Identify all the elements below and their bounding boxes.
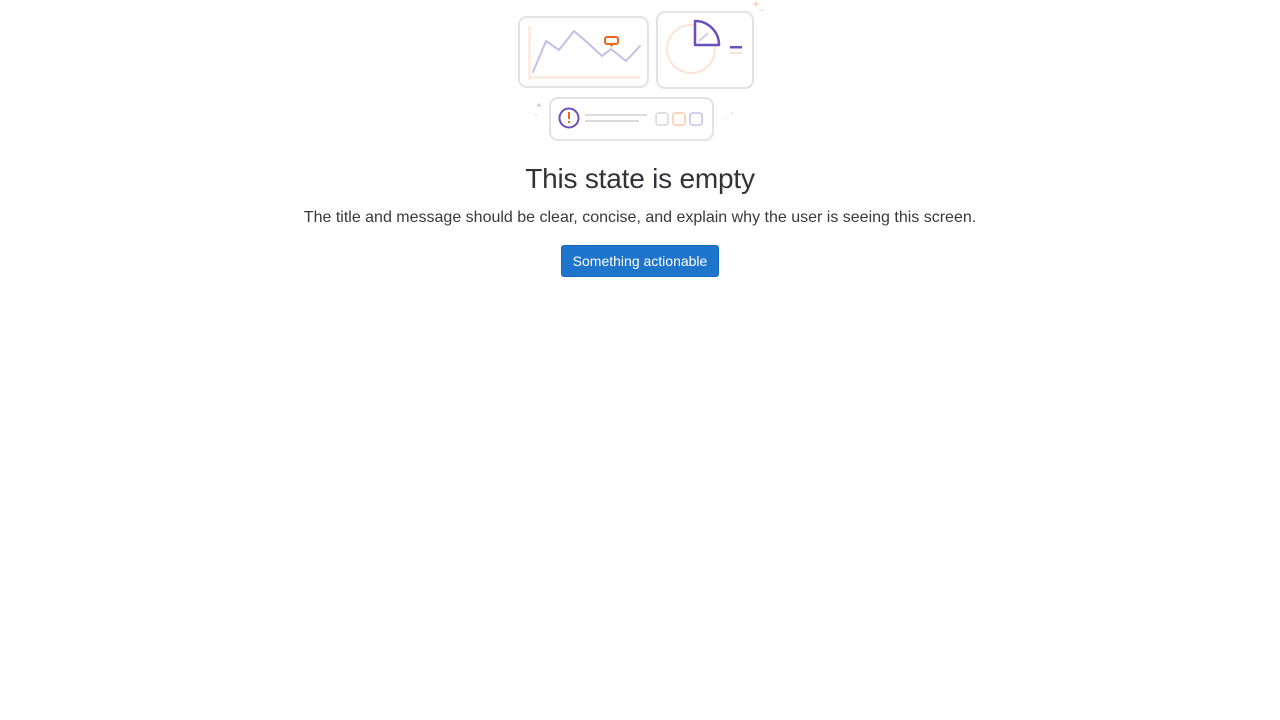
primary-action-button[interactable]: Something actionable — [560, 245, 720, 277]
empty-state-message: The title and message should be clear, c… — [303, 209, 977, 226]
pie-chart-card — [656, 11, 754, 89]
empty-state: This state is empty The title and messag… — [0, 0, 1280, 277]
alert-list-card — [549, 97, 714, 141]
empty-dashboard-illustration-icon — [518, 0, 763, 141]
line-chart-card — [518, 16, 649, 88]
empty-state-title: This state is empty — [525, 163, 755, 194]
